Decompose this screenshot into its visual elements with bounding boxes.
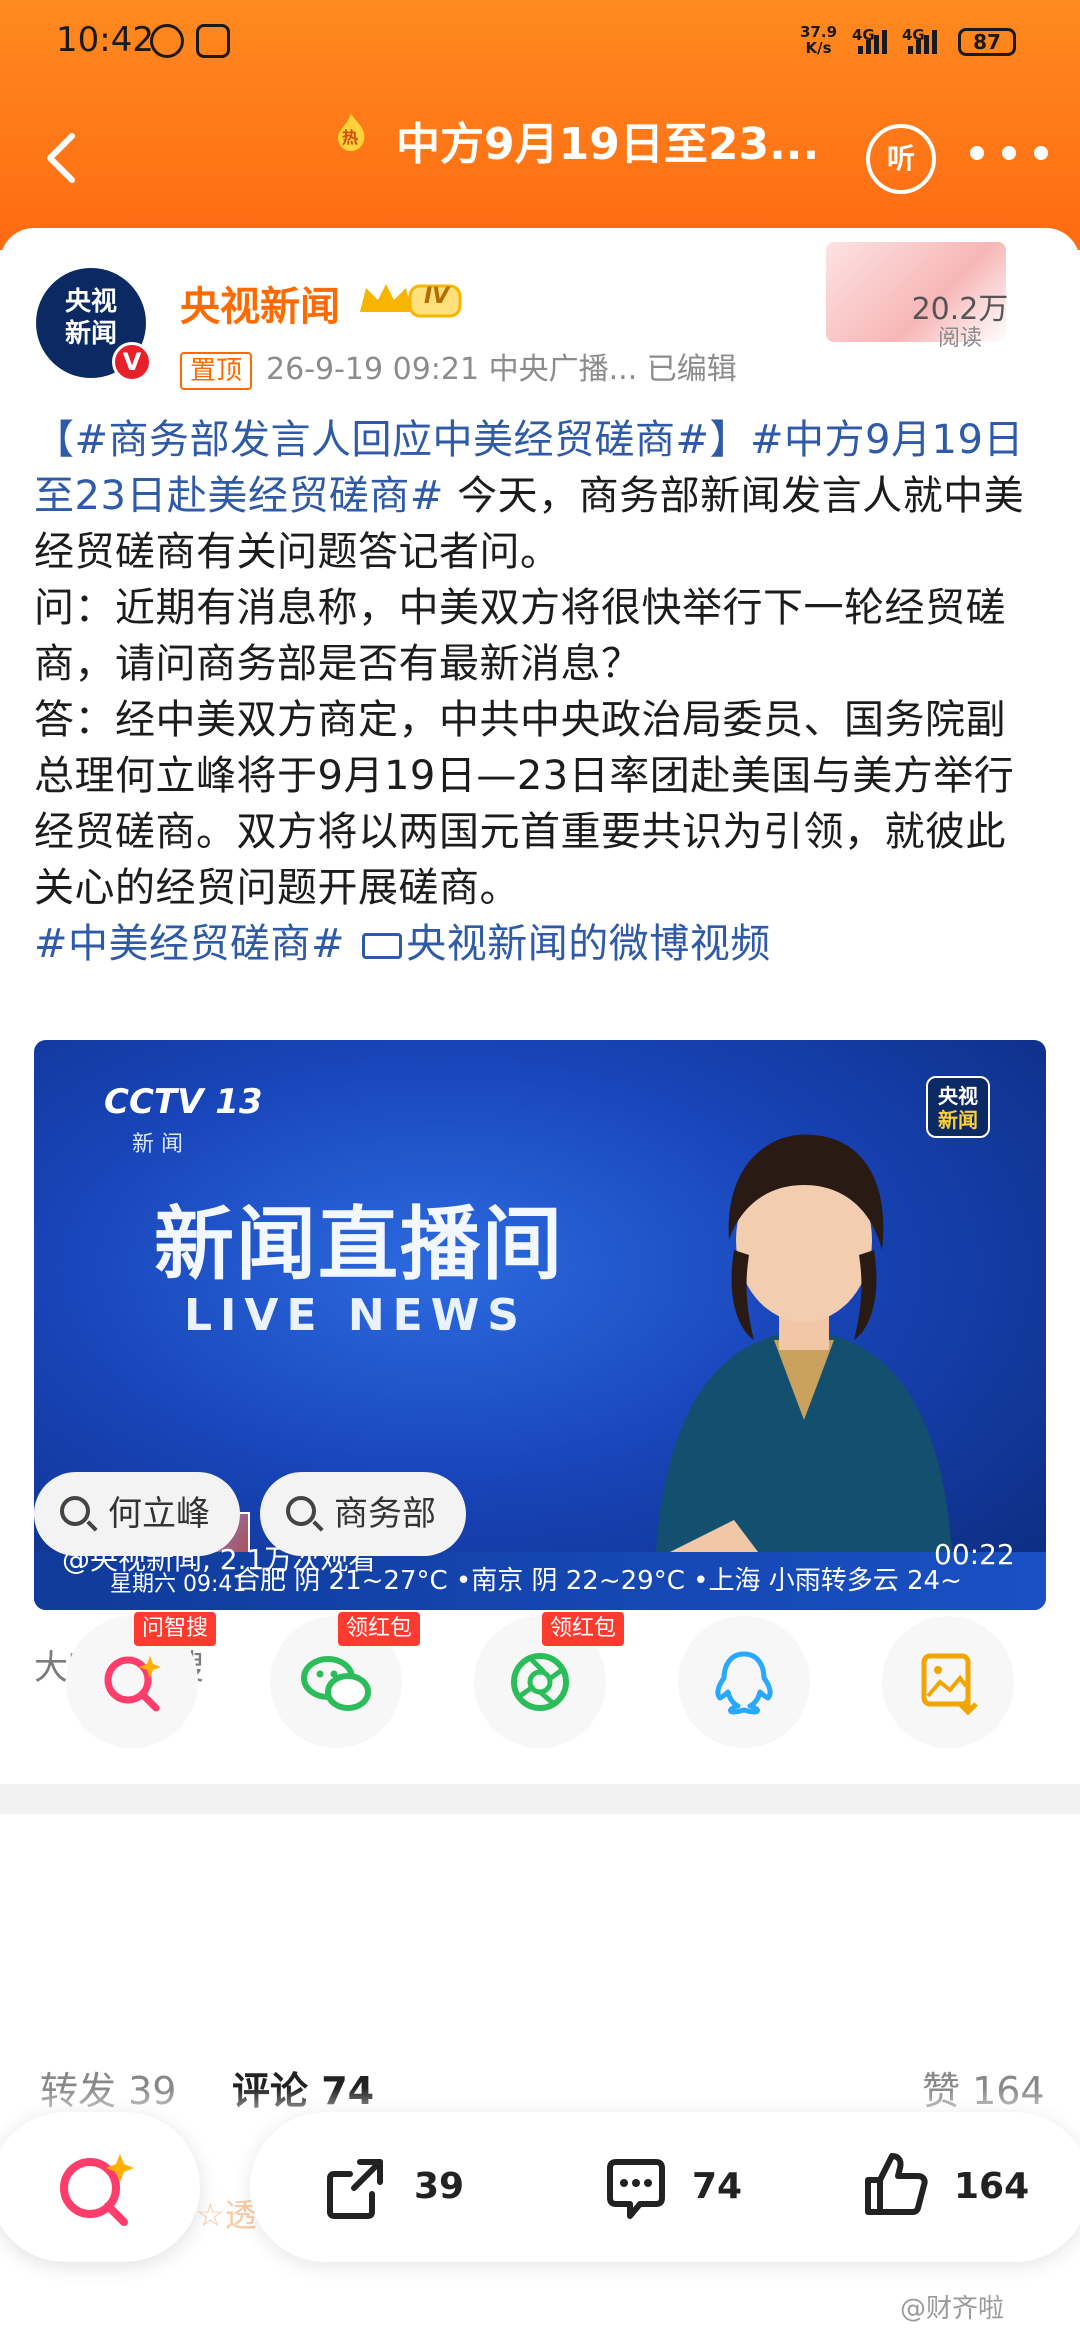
search-chip-1[interactable]: 何立峰	[34, 1472, 240, 1556]
hot-badge-icon: 热	[334, 112, 368, 152]
status-bar: 10:42 37.9 K/s 4G 4G 87	[0, 0, 1080, 90]
video-link[interactable]: 央视新闻的微博视频	[358, 921, 771, 967]
topic-tag-3[interactable]: #中美经贸磋商#	[34, 921, 345, 967]
channel-subtitle: 新 闻	[132, 1132, 183, 1157]
post-question: 问：近期有消息称，中美双方将很快举行下一轮经贸磋商，请问商务部是否有最新消息？	[34, 585, 1006, 687]
program-title-en: LIVE NEWS	[184, 1290, 527, 1341]
post-answer: 答：经中美双方商定，中共中央政治局委员、国务院副总理何立峰将于9月19日—23日…	[34, 697, 1015, 911]
search-icon	[60, 1496, 90, 1526]
page-title: 中方9月19日至23...	[396, 119, 820, 170]
crown-level-icon: IV	[356, 278, 466, 322]
section-divider	[0, 1784, 1080, 1814]
video-duration: 00:22	[934, 1538, 1015, 1571]
status-time: 10:42	[56, 20, 154, 60]
listen-button[interactable]: 听	[866, 124, 936, 194]
battery-indicator: 87	[958, 28, 1016, 56]
navigation-bar: 热 中方9月19日至23... 听	[0, 100, 1080, 220]
qq-penguin-icon	[715, 1651, 773, 1715]
back-arrow-icon[interactable]	[34, 128, 94, 188]
save-image-button[interactable]	[882, 1616, 1014, 1748]
watermark: @财齐啦	[900, 2294, 1005, 2324]
signal-bars-1-icon	[858, 30, 888, 54]
video-camera-icon	[362, 933, 403, 959]
ai-search-fab[interactable]	[0, 2112, 200, 2262]
weibo-post-page: 10:42 37.9 K/s 4G 4G 87 热 中方9月19日至23... …	[0, 0, 1080, 2331]
ai-search-icon	[60, 2154, 134, 2226]
ai-search-tag: 问智搜	[134, 1612, 217, 1646]
pinned-badge: 置顶	[180, 352, 253, 390]
post-body: 【#商务部发言人回应中美经贸磋商#】#中方9月19日至23日赴美经贸磋商# 今天…	[34, 412, 1046, 972]
verified-badge: V	[112, 342, 152, 382]
more-options-icon[interactable]	[970, 146, 1050, 166]
moments-red-packet-tag: 领红包	[542, 1612, 625, 1646]
post-meta: 置顶 26-9-19 09:21 中央广播... 已编辑	[180, 344, 737, 390]
image-download-icon	[921, 1653, 978, 1716]
alarm-off-icon	[196, 24, 230, 58]
news-anchor-image	[654, 1134, 954, 1610]
repost-count[interactable]: 39	[414, 2166, 464, 2207]
signal-bars-2-icon	[908, 30, 938, 54]
program-title-cn: 新闻直播间	[154, 1198, 564, 1291]
search-chip-2[interactable]: 商务部	[260, 1472, 466, 1556]
like-thumb-icon[interactable]	[860, 2148, 932, 2220]
views-label: 阅读	[937, 326, 982, 351]
repost-icon[interactable]	[320, 2152, 392, 2224]
search-icon	[286, 1496, 316, 1526]
author-name[interactable]: 央视新闻	[180, 274, 340, 332]
cctv-logo: CCTV 13	[104, 1082, 263, 1122]
action-bar: 39 74 164	[250, 2112, 1080, 2262]
qq-share-button[interactable]	[678, 1616, 810, 1748]
comment-icon[interactable]	[600, 2152, 672, 2224]
like-count[interactable]: 164	[954, 2166, 1029, 2207]
eye-icon	[150, 24, 184, 58]
topic-tag-1[interactable]: 【#商务部发言人回应中美经贸磋商#】	[34, 417, 750, 463]
network-speed: 37.9 K/s	[800, 23, 838, 57]
post-card: 央视 新闻 V 央视新闻 IV 置顶 26-9-19 09:21 中央广播... …	[0, 228, 1080, 2018]
comment-count[interactable]: 74	[692, 2166, 742, 2207]
wechat-red-packet-tag: 领红包	[338, 1612, 421, 1646]
